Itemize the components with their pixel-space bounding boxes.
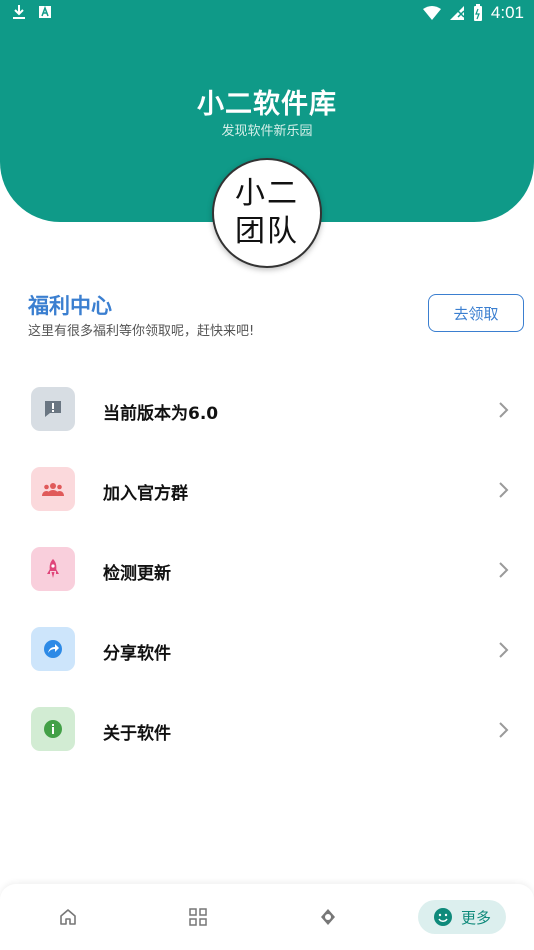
text-app-icon xyxy=(39,5,51,18)
menu-item-join-group[interactable]: 加入官方群 xyxy=(0,450,534,530)
alert-message-icon xyxy=(31,387,75,431)
clock: 4:01 xyxy=(490,3,524,22)
chevron-right-icon xyxy=(499,722,509,738)
chevron-right-icon xyxy=(499,482,509,498)
menu-item-label: 关于软件 xyxy=(103,724,171,744)
share-icon xyxy=(31,627,75,671)
smiley-icon xyxy=(433,908,452,926)
nav-home[interactable] xyxy=(54,900,82,934)
menu-item-about[interactable]: 关于软件 xyxy=(0,690,534,770)
menu-item-label: 分享软件 xyxy=(103,644,171,664)
team-logo[interactable]: 小二 团队 xyxy=(212,158,322,268)
rocket-icon xyxy=(31,547,75,591)
menu-item-label: 加入官方群 xyxy=(103,484,188,504)
welfare-center: 福利中心 这里有很多福利等你领取呢，赶快来吧! 去领取 xyxy=(28,290,528,340)
welfare-description: 这里有很多福利等你领取呢，赶快来吧! xyxy=(28,324,255,339)
bottom-navigation: 更多 xyxy=(0,884,534,950)
nav-more[interactable]: 更多 xyxy=(418,900,506,934)
app-title: 小二软件库 xyxy=(197,89,337,120)
wifi-icon xyxy=(422,6,441,20)
logo-text-line2: 团队 xyxy=(235,214,299,249)
status-bar: 4:01 xyxy=(0,0,534,28)
chevron-right-icon xyxy=(499,402,509,418)
home-icon xyxy=(60,909,76,925)
menu-list: 当前版本为6.0 加入官方群 检测更新 分享软件 关于软件 xyxy=(0,370,534,770)
discover-icon xyxy=(321,909,335,925)
nav-discover[interactable] xyxy=(314,900,342,934)
menu-item-label: 当前版本为6.0 xyxy=(103,404,219,424)
menu-item-check-update[interactable]: 检测更新 xyxy=(0,530,534,610)
signal-icon xyxy=(449,6,465,20)
logo-text-line1: 小二 xyxy=(235,176,299,211)
claim-button[interactable]: 去领取 xyxy=(428,294,524,332)
menu-item-share[interactable]: 分享软件 xyxy=(0,610,534,690)
chevron-right-icon xyxy=(499,642,509,658)
grid-icon xyxy=(189,908,207,926)
menu-item-version[interactable]: 当前版本为6.0 xyxy=(0,370,534,450)
app-subtitle: 发现软件新乐园 xyxy=(221,124,313,139)
group-icon xyxy=(31,467,75,511)
download-icon xyxy=(13,5,25,19)
info-icon xyxy=(31,707,75,751)
nav-more-label: 更多 xyxy=(460,908,491,927)
nav-categories[interactable] xyxy=(184,900,212,934)
chevron-right-icon xyxy=(499,562,509,578)
menu-item-label: 检测更新 xyxy=(103,564,171,584)
battery-icon xyxy=(473,4,482,21)
welfare-title: 福利中心 xyxy=(28,294,112,318)
